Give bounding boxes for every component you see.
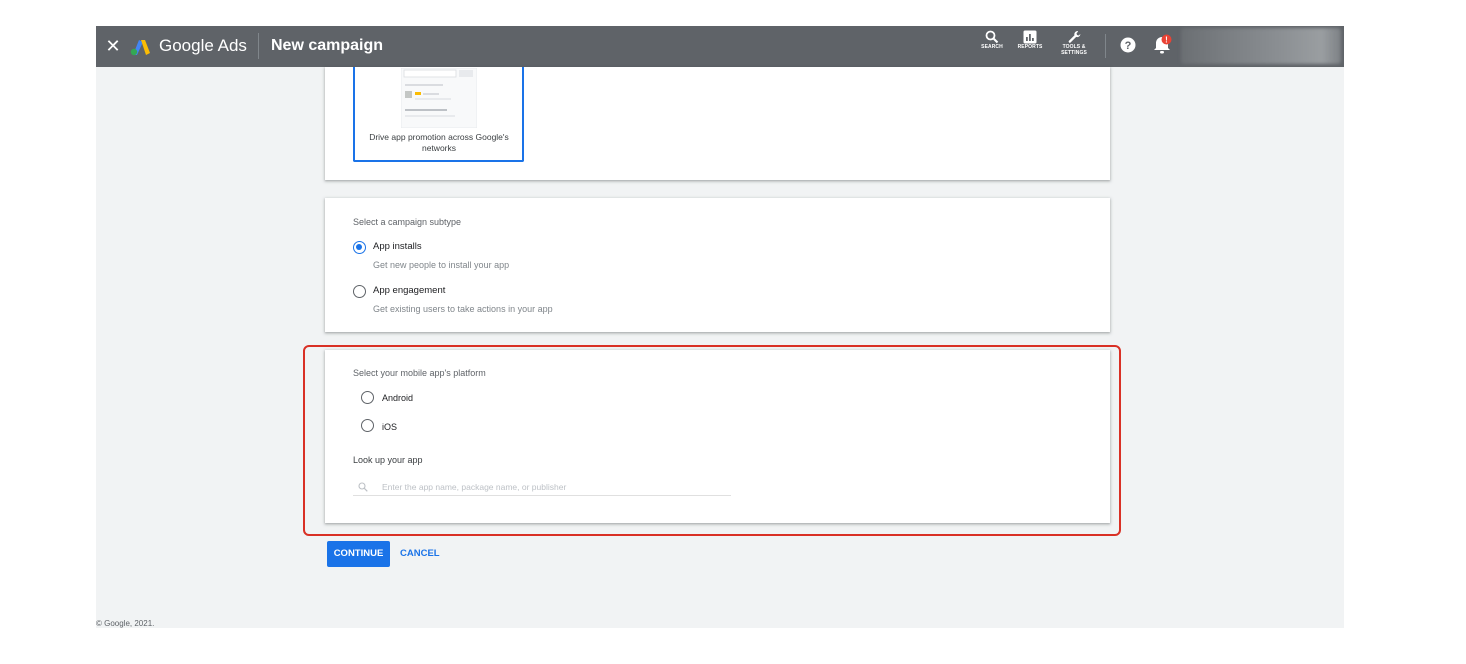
toolbar-divider <box>1105 34 1106 58</box>
search-label: SEARCH <box>981 44 1003 50</box>
subtype-label: Select a campaign subtype <box>353 217 462 227</box>
app-search-placeholder: Enter the app name, package name, or pub… <box>382 482 567 492</box>
app-installs-desc: Get new people to install your app <box>373 260 510 270</box>
app-engagement-title: App engagement <box>373 285 446 296</box>
ios-label: iOS <box>382 422 398 432</box>
app-promotion-option[interactable]: Drive app promotion across Google's netw… <box>353 67 524 162</box>
search-icon <box>358 482 368 492</box>
reports-label: REPORTS <box>1017 44 1043 50</box>
android-radio[interactable] <box>361 391 374 404</box>
campaign-goal-card: Drive app promotion across Google's netw… <box>325 67 1110 180</box>
app-installs-title: App installs <box>373 241 422 252</box>
app-engagement-desc: Get existing users to take actions in yo… <box>373 304 553 314</box>
app-search-input[interactable]: Enter the app name, package name, or pub… <box>353 478 731 496</box>
copyright-footer: © Google, 2021. <box>96 619 155 628</box>
google-ads-logo <box>130 40 150 56</box>
bell-icon[interactable]: ! <box>1150 33 1174 57</box>
svg-text:?: ? <box>1125 40 1132 52</box>
app-installs-radio[interactable] <box>353 241 366 254</box>
wrench-icon <box>1068 31 1081 43</box>
brand-divider <box>258 33 259 59</box>
campaign-subtype-card: Select a campaign subtype App installs G… <box>325 198 1110 332</box>
notification-badge: ! <box>1165 36 1168 45</box>
reports-button[interactable]: REPORTS <box>1015 30 1045 62</box>
lookup-label: Look up your app <box>353 455 423 465</box>
continue-button[interactable]: CONTINUE <box>327 541 390 567</box>
search-button[interactable]: SEARCH <box>980 30 1004 62</box>
close-icon[interactable]: ✕ <box>102 35 124 57</box>
ad-preview-illustration <box>401 68 477 128</box>
settings-label: SETTINGS <box>1061 50 1087 56</box>
app-engagement-radio[interactable] <box>353 285 366 298</box>
app-promotion-caption: Drive app promotion across Google's netw… <box>369 132 509 153</box>
android-label: Android <box>382 393 414 403</box>
brand-name: Google Ads <box>159 36 247 55</box>
search-icon <box>985 30 999 44</box>
account-menu[interactable] <box>1181 28 1341 64</box>
platform-label: Select your mobile app's platform <box>353 368 486 378</box>
page-title: New campaign <box>271 37 384 54</box>
cancel-button[interactable]: CANCEL <box>400 541 440 567</box>
help-icon[interactable]: ? <box>1120 37 1136 53</box>
reports-icon <box>1023 30 1037 44</box>
tools-settings-button[interactable]: TOOLS & SETTINGS <box>1058 30 1090 62</box>
top-bar: ✕ Google Ads New campaign SEARCH REPORTS <box>96 26 1344 67</box>
app-window: ✕ Google Ads New campaign SEARCH REPORTS <box>96 26 1344 628</box>
ios-radio[interactable] <box>361 419 374 432</box>
app-platform-card: Select your mobile app's platform Androi… <box>325 350 1110 523</box>
